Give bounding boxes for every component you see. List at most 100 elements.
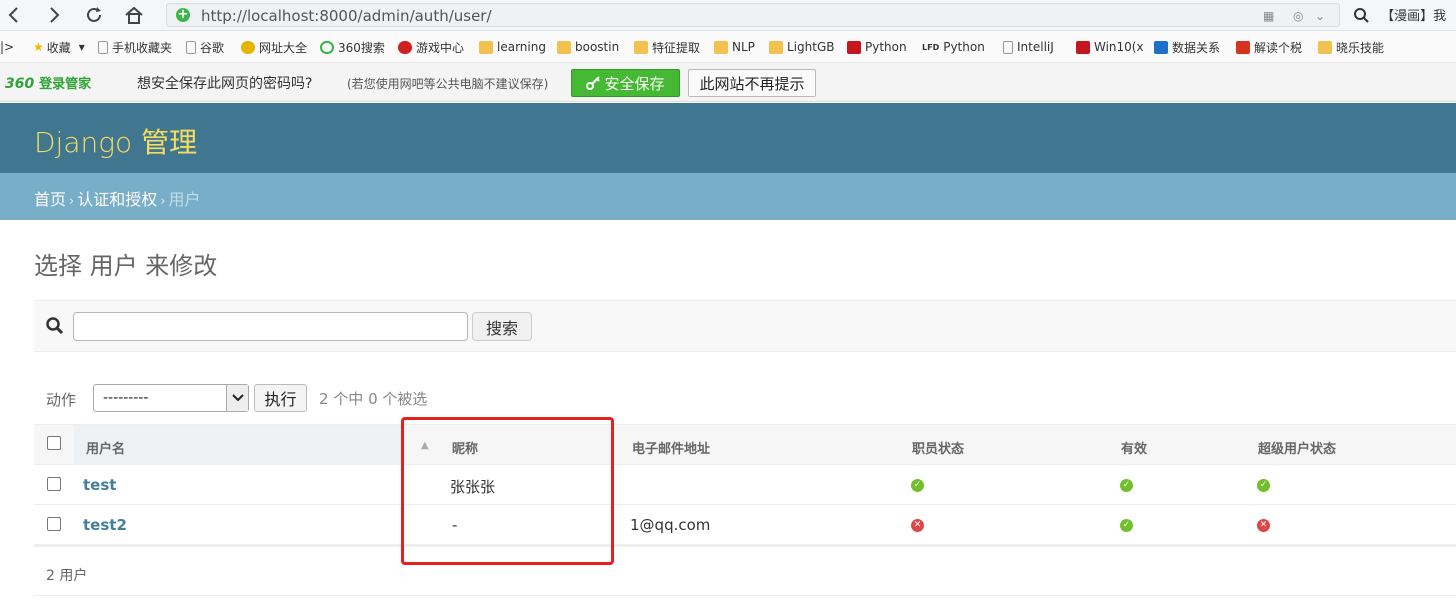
- bookmark-item[interactable]: ★ 收藏 ▾: [33, 39, 85, 55]
- folder-icon: [714, 40, 728, 54]
- column-header-staff[interactable]: 职员状态: [912, 438, 964, 457]
- breadcrumb: 首页 › 认证和授权 › 用户: [0, 173, 1456, 220]
- active-yes-icon: ✓: [1120, 519, 1133, 532]
- action-select-value: ---------: [103, 390, 149, 406]
- bookmarks-toggle-icon[interactable]: |>: [0, 39, 14, 55]
- bookmark-item[interactable]: learning: [479, 39, 546, 55]
- forward-icon[interactable]: [42, 4, 66, 26]
- result-list: 用户名 ▲ 昵称 电子邮件地址 职员状态 有效 超级用户状态 test 张张张 …: [34, 424, 1456, 545]
- table-row: test2 - 1@qq.com ✕ ✓ ✕: [34, 505, 1456, 545]
- search-toolbar: 搜索: [34, 300, 1456, 352]
- safe-save-button[interactable]: 安全保存: [571, 69, 680, 97]
- column-header-active[interactable]: 有效: [1121, 438, 1147, 457]
- bookmark-item[interactable]: 数据关系: [1154, 39, 1220, 55]
- select-all-checkbox[interactable]: [47, 436, 61, 450]
- annotation-highlight-box: [401, 417, 614, 565]
- globe-icon: [241, 40, 255, 54]
- on-icon: [1154, 40, 1168, 54]
- search-icon: [46, 317, 63, 334]
- bookmark-item[interactable]: 网址大全: [241, 39, 307, 55]
- page-icon: [186, 40, 196, 54]
- column-header-superuser[interactable]: 超级用户状态: [1258, 438, 1336, 457]
- folder-icon: [769, 40, 783, 54]
- chevron-down-icon[interactable]: ⌄: [1315, 9, 1325, 23]
- superuser-yes-icon: ✓: [1257, 479, 1270, 492]
- bookmark-item[interactable]: NLP: [714, 39, 755, 55]
- search-input[interactable]: [73, 312, 468, 341]
- actions-bar: 动作 --------- 执行 2 个中 0 个被选: [34, 380, 1456, 420]
- address-bar[interactable]: + http://localhost:8000/admin/auth/user/…: [166, 3, 1340, 27]
- pw-brand: 360 登录管家: [5, 76, 92, 92]
- action-label: 动作: [46, 391, 77, 409]
- bookmark-item[interactable]: 晓乐技能: [1318, 39, 1384, 55]
- breadcrumb-auth[interactable]: 认证和授权: [77, 190, 157, 209]
- bookmark-item[interactable]: 特征提取: [634, 39, 700, 55]
- csdn-icon: [847, 40, 861, 54]
- search-icon: [1354, 8, 1369, 23]
- row-checkbox[interactable]: [47, 477, 61, 491]
- home-icon[interactable]: [122, 4, 146, 26]
- tax-icon: [1236, 40, 1250, 54]
- csdn-icon: [1076, 40, 1090, 54]
- column-header-username[interactable]: 用户名: [86, 438, 125, 457]
- search-box-text: 【漫画】我: [1381, 9, 1447, 24]
- bookmark-item[interactable]: Python: [847, 39, 907, 55]
- bookmark-item[interactable]: 360搜索: [320, 39, 385, 55]
- pw-question: 想安全保存此网页的密码吗?: [137, 76, 313, 92]
- superuser-no-icon: ✕: [1257, 519, 1270, 532]
- bookmarks-bar: |> ★ 收藏 ▾ 手机收藏夹 谷歌 网址大全 360搜索 游戏中心 learnin…: [0, 31, 1456, 63]
- table-header: 用户名 ▲ 昵称 电子邮件地址 职员状态 有效 超级用户状态: [34, 424, 1456, 465]
- chevron-down-icon[interactable]: [226, 385, 248, 411]
- bookmark-item[interactable]: 游戏中心: [398, 39, 464, 55]
- secure-shield-icon: +: [176, 7, 190, 22]
- table-row: test 张张张 ✓ ✓ ✓: [34, 465, 1456, 505]
- breadcrumb-current: 用户: [168, 190, 201, 209]
- never-prompt-button[interactable]: 此网站不再提示: [688, 69, 816, 97]
- bookmark-item[interactable]: 解读个税: [1236, 39, 1302, 55]
- column-header-email[interactable]: 电子邮件地址: [632, 438, 710, 457]
- result-count-text: 2 用户: [46, 568, 88, 584]
- action-counter: 2 个中 0 个被选: [319, 390, 428, 408]
- username-link[interactable]: test2: [83, 516, 127, 534]
- go-button[interactable]: 执行: [254, 384, 307, 412]
- page-title: 选择 用户 来修改: [34, 252, 218, 280]
- staff-yes-icon: ✓: [911, 479, 924, 492]
- bookmark-item[interactable]: 谷歌: [186, 39, 224, 55]
- email-cell: 1@qq.com: [630, 516, 711, 534]
- bookmark-item[interactable]: LFD Python: [922, 39, 985, 55]
- folder-icon: [557, 40, 571, 54]
- bookmark-item[interactable]: boostin: [557, 39, 619, 55]
- password-save-bar: 360 登录管家 想安全保存此网页的密码吗? (若您使用网吧等公共电脑不建议保存…: [0, 63, 1456, 102]
- search360-icon: [320, 40, 334, 54]
- back-icon[interactable]: [2, 4, 26, 26]
- page-icon: [98, 40, 108, 54]
- folder-icon: [1318, 40, 1332, 54]
- result-count: 2 用户: [34, 545, 1456, 596]
- bookmark-item[interactable]: LightGB: [769, 39, 834, 55]
- pw-tip: (若您使用网吧等公共电脑不建议保存): [347, 77, 549, 91]
- browser-toolbar: + http://localhost:8000/admin/auth/user/…: [0, 0, 1456, 31]
- page-icon: [1003, 40, 1013, 54]
- bookmark-item[interactable]: IntelliJ: [1003, 39, 1054, 55]
- lfd-icon: LFD: [922, 42, 940, 52]
- refresh-icon[interactable]: [82, 4, 106, 26]
- site-branding[interactable]: Django 管理: [34, 121, 197, 161]
- star-icon: ★: [33, 40, 44, 54]
- username-link[interactable]: test: [83, 476, 116, 494]
- qr-icon[interactable]: ▦: [1263, 9, 1274, 23]
- bookmark-item[interactable]: 手机收藏夹: [98, 39, 172, 55]
- admin-header: Django 管理: [0, 103, 1456, 173]
- folder-icon: [634, 40, 648, 54]
- action-select[interactable]: ---------: [93, 384, 249, 412]
- compat-mode-icon[interactable]: ◎: [1293, 9, 1303, 23]
- search-box[interactable]: 【漫画】我: [1354, 5, 1446, 24]
- staff-no-icon: ✕: [911, 519, 924, 532]
- url-text[interactable]: http://localhost:8000/admin/auth/user/: [201, 7, 492, 25]
- breadcrumb-home[interactable]: 首页: [34, 190, 66, 209]
- row-checkbox[interactable]: [47, 517, 61, 531]
- active-yes-icon: ✓: [1120, 479, 1133, 492]
- search-button[interactable]: 搜索: [472, 312, 532, 341]
- game-icon: [398, 40, 412, 54]
- bookmark-item[interactable]: Win10(x: [1076, 39, 1144, 55]
- folder-icon: [479, 40, 493, 54]
